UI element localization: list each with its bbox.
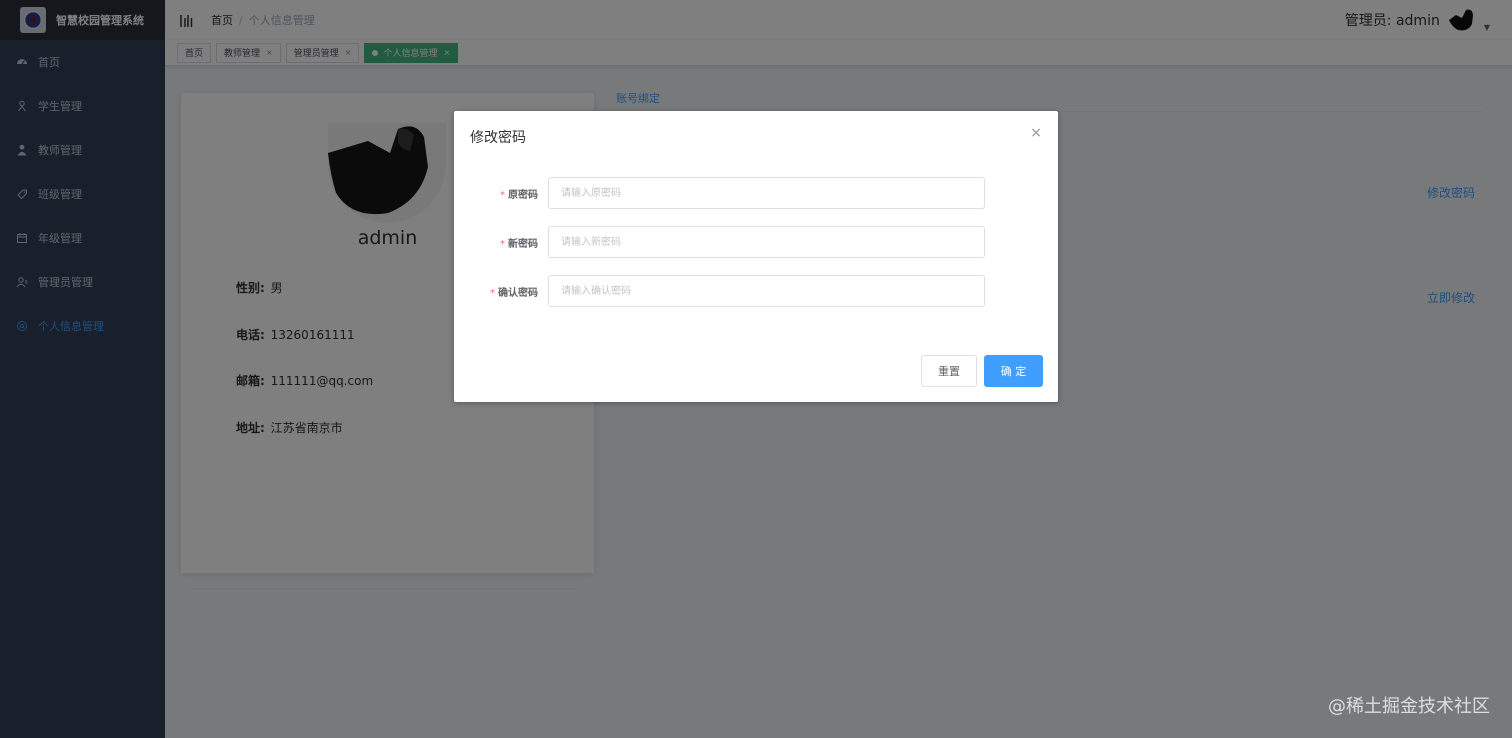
watermark: @稀土掘金技术社区 bbox=[1328, 696, 1490, 717]
new-password-row: * 新密码 bbox=[454, 226, 1058, 258]
confirm-password-label: * 确认密码 bbox=[490, 284, 538, 299]
field-label-text: 新密码 bbox=[508, 239, 538, 250]
required-mark: * bbox=[500, 190, 505, 201]
new-password-label: * 新密码 bbox=[500, 235, 538, 250]
old-password-label: * 原密码 bbox=[500, 186, 538, 201]
old-password-row: * 原密码 bbox=[454, 177, 1058, 209]
reset-button[interactable]: 重置 bbox=[921, 355, 977, 387]
required-mark: * bbox=[490, 288, 495, 299]
old-password-input[interactable] bbox=[548, 177, 985, 209]
close-icon[interactable]: × bbox=[1030, 126, 1042, 140]
confirm-password-row: * 确认密码 bbox=[454, 275, 1058, 307]
required-mark: * bbox=[500, 239, 505, 250]
field-label-text: 原密码 bbox=[508, 190, 538, 201]
dialog-title: 修改密码 bbox=[470, 130, 526, 146]
confirm-password-input[interactable] bbox=[548, 275, 985, 307]
change-password-dialog: 修改密码 × * 原密码 * 新密码 * 确认密码 重置 确 定 bbox=[454, 111, 1058, 402]
new-password-input[interactable] bbox=[548, 226, 985, 258]
confirm-button[interactable]: 确 定 bbox=[984, 355, 1043, 387]
field-label-text: 确认密码 bbox=[498, 288, 538, 299]
